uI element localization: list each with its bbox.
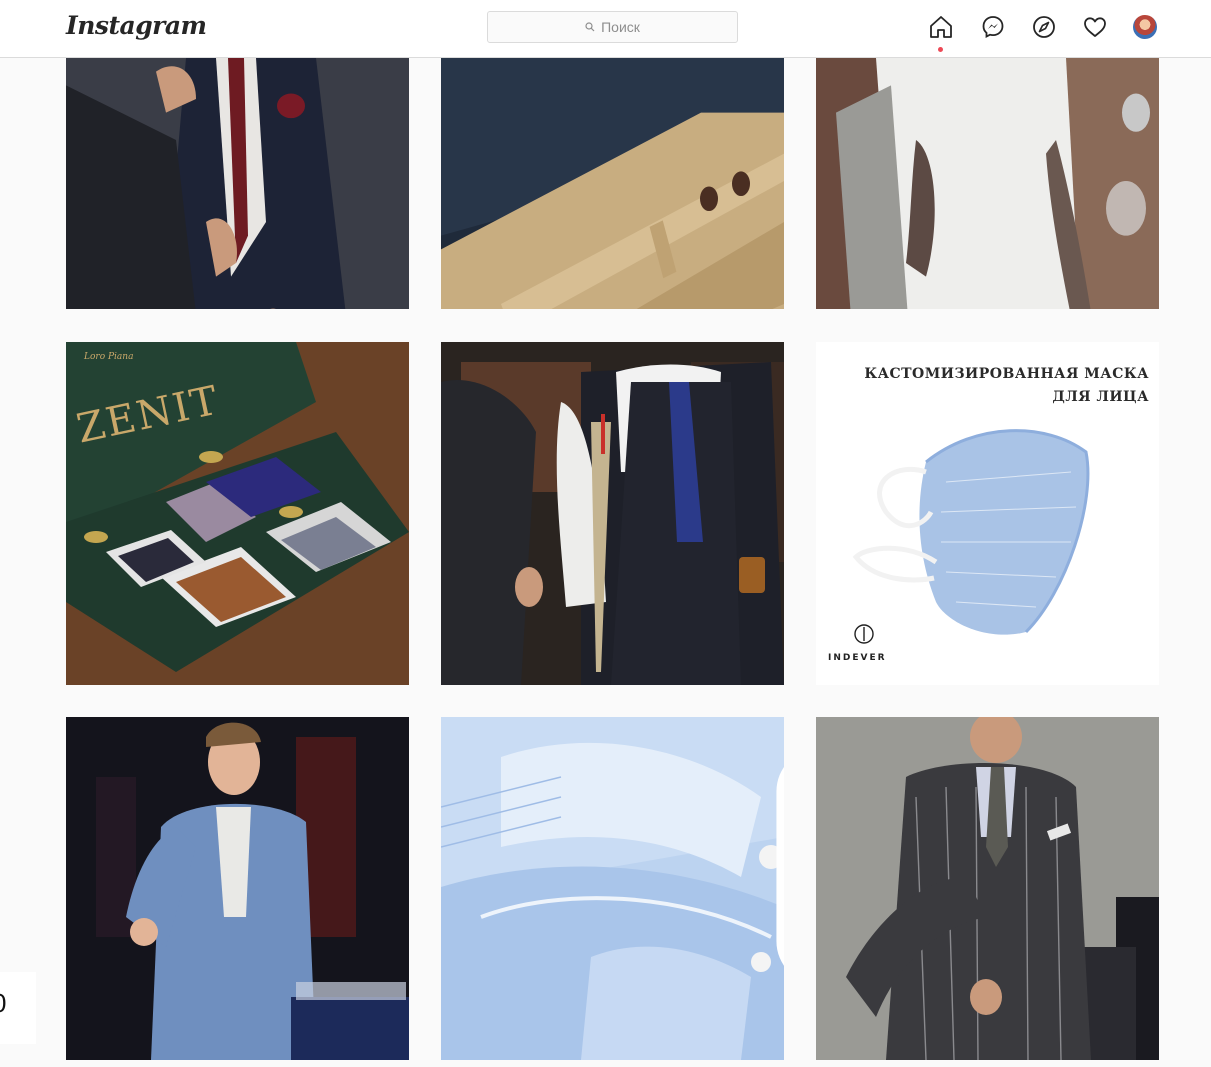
search-input[interactable]: Поиск [487,11,738,43]
profile-avatar[interactable] [1133,15,1157,39]
instagram-logo[interactable]: Instagram [66,11,207,40]
blue-shirt-photo [441,717,784,1060]
post-tailor-measuring-sleeve[interactable] [441,342,784,685]
blue-blazer-photo [66,717,409,1060]
carousel-icon [776,767,784,966]
post-pinstripe-suit[interactable] [816,717,1159,1060]
mask-headline-line1: КАСТОМИЗИРОВАННАЯ МАСКА [864,366,1149,382]
post-tailor-suit-fitting[interactable] [66,58,409,309]
search-placeholder: Поиск [601,19,640,35]
post-custom-mask[interactable]: КАСТОМИЗИРОВАННАЯ МАСКА ДЛЯ ЛИЦА INDEVER [816,342,1159,685]
chinos-photo [441,58,784,309]
mask-headline-line2: ДЛЯ ЛИЦА [1052,389,1149,405]
search-icon [585,22,595,32]
post-beige-chinos[interactable] [441,58,784,309]
post-man-blue-blazer[interactable] [66,717,409,1060]
post-white-shirt-tattoos[interactable] [816,58,1159,309]
post-blue-shirt-collar[interactable] [441,717,784,1060]
heart-icon[interactable] [1082,14,1108,40]
indever-brand-label: INDEVER [828,653,887,663]
home-notification-dot [938,47,943,52]
loro-piana-label: Loro Piana [84,352,134,362]
explore-compass-icon[interactable] [1031,14,1057,40]
messenger-icon[interactable] [980,14,1006,40]
white-shirt-photo [816,58,1159,309]
post-zenit-fabric-box[interactable]: ZENIT Loro Piana [66,342,409,685]
home-icon[interactable] [928,14,954,40]
zenit-box-photo [66,342,409,685]
tailor-measuring-photo [441,342,784,685]
pinstripe-suit-photo [816,717,1159,1060]
left-edge-fragment: 0 [0,972,36,1044]
tailor-suit-photo [66,58,409,309]
left-edge-text: 0 [0,988,6,1019]
top-navigation-bar: Instagram Поиск [0,0,1211,58]
